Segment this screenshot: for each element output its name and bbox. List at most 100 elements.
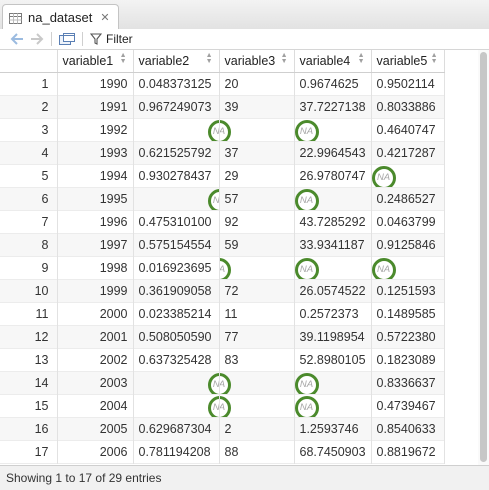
cell-value: 4 <box>41 145 49 160</box>
table-row: 17 2006 0.781194208 88 68.7450903 0.8819672 <box>0 440 445 463</box>
cell-value: 0.621525792 <box>138 145 212 160</box>
na-marker: NA <box>294 257 319 279</box>
row-number: 6 <box>0 187 58 210</box>
popout-window-icon[interactable] <box>59 30 75 48</box>
cell-value: 1999 <box>99 283 128 298</box>
cell-value: 0.1251593 <box>376 283 436 298</box>
cell-value: 0.8540633 <box>376 421 436 436</box>
cell-value: 20 <box>224 76 239 91</box>
cell-variable1: 2003 <box>57 371 134 394</box>
row-number: 12 <box>0 325 58 348</box>
table-row: 8 1997 0.575154554 59 33.9341187 0.9125846 <box>0 233 445 256</box>
cell-variable3: 39 <box>219 95 295 118</box>
column-header-label: variable4 <box>299 53 351 68</box>
cell-value: 1998 <box>99 260 128 275</box>
cell-value: 0.1489585 <box>376 306 436 321</box>
cell-variable3: 92 <box>219 210 295 233</box>
cell-variable3: NA <box>219 118 295 141</box>
na-marker: NA <box>207 372 218 394</box>
column-header-variable4[interactable]: variable4 ▲ ▼ <box>294 50 372 73</box>
cell-value: 0.967249073 <box>138 99 212 114</box>
scrollbar-thumb[interactable] <box>480 52 487 462</box>
cell-variable4: 0.9674625 <box>294 72 372 95</box>
cell-value: 0.2572373 <box>299 306 359 321</box>
forward-arrow-icon[interactable] <box>30 30 44 48</box>
cell-value: 0.016923695 <box>138 260 212 275</box>
cell-value: 37.7227138 <box>299 99 366 114</box>
sort-arrows-icon[interactable]: ▲ ▼ <box>281 52 288 65</box>
row-number: 17 <box>0 440 58 463</box>
cell-variable1: 1999 <box>57 279 134 302</box>
cell-variable3: NA <box>219 371 295 394</box>
column-header-variable3[interactable]: variable3 ▲ ▼ <box>219 50 295 73</box>
cell-value: 1995 <box>99 191 128 206</box>
column-header-label: variable5 <box>376 53 428 68</box>
cell-variable2: 0.781194208 <box>133 440 220 463</box>
table-icon <box>9 12 22 24</box>
cell-variable4: 52.8980105 <box>294 348 372 371</box>
cell-value: 1 <box>41 76 49 91</box>
filter-label: Filter <box>106 32 133 46</box>
cell-variable5: 0.9125846 <box>371 233 445 256</box>
cell-variable2: 0.637325428 <box>133 348 220 371</box>
cell-variable3: 83 <box>219 348 295 371</box>
cell-variable3: 77 <box>219 325 295 348</box>
cell-variable1: 2004 <box>57 394 134 417</box>
cell-value: 0.575154554 <box>138 237 212 252</box>
cell-variable5: 0.2486527 <box>371 187 445 210</box>
cell-value: 43.7285292 <box>299 214 366 229</box>
row-number-header[interactable] <box>0 50 58 73</box>
sort-arrows-icon[interactable]: ▲ ▼ <box>358 52 365 65</box>
table-row: 5 1994 0.930278437 29 26.9780747 NA <box>0 164 445 187</box>
cell-value: 16 <box>34 421 49 436</box>
column-header-variable5[interactable]: variable5 ▲ ▼ <box>371 50 445 73</box>
cell-value: 1993 <box>99 145 128 160</box>
cell-variable1: 2005 <box>57 417 134 440</box>
cell-value: 29 <box>224 168 239 183</box>
column-header-variable1[interactable]: variable1 ▲ ▼ <box>57 50 134 73</box>
cell-variable5: 0.0463799 <box>371 210 445 233</box>
cell-variable3: 72 <box>219 279 295 302</box>
na-marker: NA <box>219 257 231 279</box>
table-row: 142003NANANA0.8336637 <box>0 371 445 394</box>
cell-variable1: 2000 <box>57 302 134 325</box>
sort-arrows-icon[interactable]: ▲ ▼ <box>431 52 438 65</box>
cell-variable2: NA <box>133 394 220 417</box>
cell-variable1: 1995 <box>57 187 134 210</box>
column-header-variable2[interactable]: variable2 ▲ ▼ <box>133 50 220 73</box>
cell-value: 72 <box>224 283 239 298</box>
cell-value: 77 <box>224 329 239 344</box>
cell-variable4: 26.9780747 <box>294 164 372 187</box>
close-icon[interactable]: ✕ <box>100 11 109 24</box>
cell-value: 57 <box>224 191 239 206</box>
sort-arrows-icon[interactable]: ▲ ▼ <box>206 52 213 65</box>
sort-arrows-icon[interactable]: ▲ ▼ <box>120 52 127 65</box>
cell-variable5: 0.4640747 <box>371 118 445 141</box>
status-footer: Showing 1 to 17 of 29 entries <box>0 465 489 490</box>
filter-button[interactable]: Filter <box>90 30 133 48</box>
cell-variable2: 0.930278437 <box>133 164 220 187</box>
cell-variable1: 2001 <box>57 325 134 348</box>
cell-variable2: 0.048373125 <box>133 72 220 95</box>
cell-variable4: 43.7285292 <box>294 210 372 233</box>
column-header-label: variable2 <box>138 53 190 68</box>
cell-value: 0.508050590 <box>138 329 212 344</box>
cell-value: 0.8336637 <box>376 375 436 390</box>
tab-na-dataset[interactable]: na_dataset ✕ <box>2 4 119 29</box>
back-arrow-icon[interactable] <box>10 30 24 48</box>
cell-variable5: 0.1251593 <box>371 279 445 302</box>
cell-value: 0.475310100 <box>138 214 212 229</box>
cell-value: 7 <box>41 214 49 229</box>
toolbar-divider <box>82 32 83 46</box>
cell-value: 2 <box>224 421 232 436</box>
cell-variable4: 1.2593746 <box>294 417 372 440</box>
cell-variable4: NA <box>294 187 372 210</box>
cell-variable3: 59 <box>219 233 295 256</box>
cell-variable1: 1990 <box>57 72 134 95</box>
cell-variable4: 33.9341187 <box>294 233 372 256</box>
cell-variable5: 0.8336637 <box>371 371 445 394</box>
cell-value: 0.361909058 <box>138 283 212 298</box>
na-marker: NA <box>207 119 218 141</box>
cell-value: 2001 <box>99 329 128 344</box>
column-header-label: variable3 <box>224 53 276 68</box>
